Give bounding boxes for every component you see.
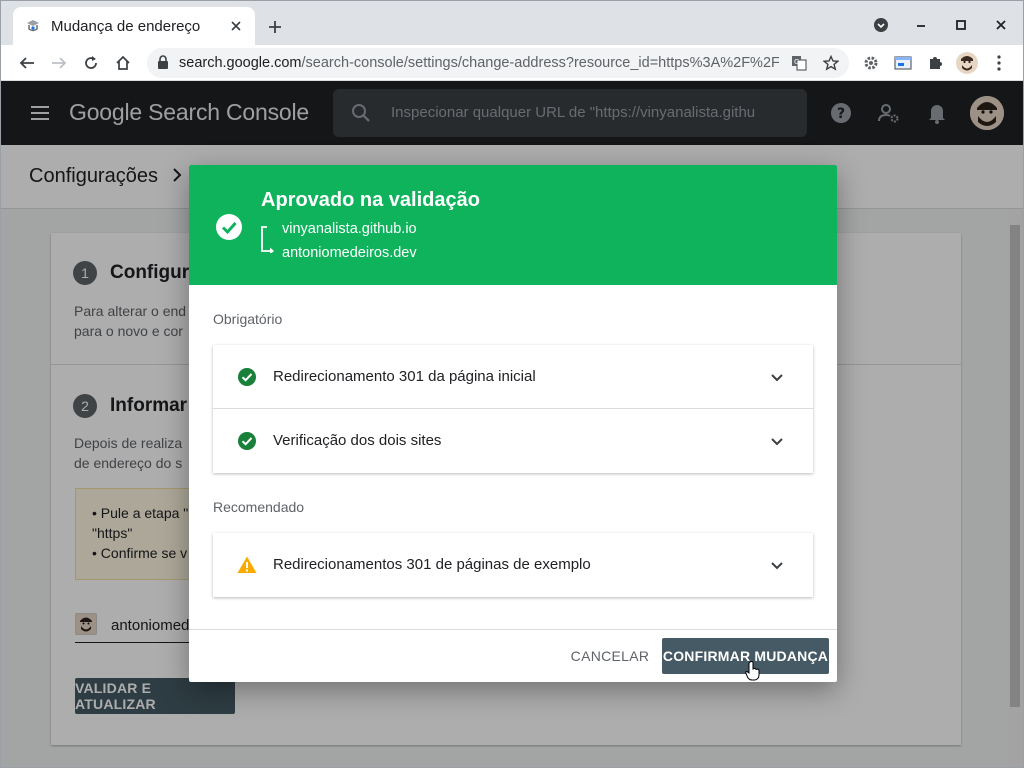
tab-strip: Mudança de endereço — [1, 1, 1023, 45]
bookmark-star-icon[interactable] — [821, 53, 841, 73]
search-console-favicon-icon — [25, 18, 41, 34]
extension-gear-icon[interactable] — [857, 49, 885, 77]
new-site-url: antoniomedeiros.dev — [282, 245, 417, 261]
check-circle-icon — [215, 213, 243, 241]
dialog-title: Aprovado na validação — [261, 189, 480, 211]
check-circle-icon — [237, 431, 257, 451]
back-icon[interactable] — [13, 49, 41, 77]
hand-cursor-icon — [745, 661, 761, 686]
recommended-checks: Redirecionamentos 301 de páginas de exem… — [213, 533, 813, 597]
home-icon[interactable] — [109, 49, 137, 77]
svg-text:G: G — [794, 58, 799, 66]
maximize-icon[interactable] — [949, 13, 973, 37]
check-label: Redirecionamentos 301 de páginas de exem… — [273, 556, 591, 573]
browser-toolbar: search.google.com/search-console/setting… — [1, 45, 1023, 81]
expand-chevron-icon[interactable] — [765, 365, 789, 389]
browser-menu-icon[interactable] — [985, 49, 1013, 77]
browser-window: Mudança de endereço search.google.com/se… — [0, 0, 1024, 768]
validation-dialog: Aprovado na validação vinyanalista.githu… — [189, 165, 837, 682]
translate-icon[interactable]: G — [789, 53, 809, 73]
forward-icon[interactable] — [45, 49, 73, 77]
old-site-url: vinyanalista.github.io — [282, 221, 417, 237]
expand-chevron-icon[interactable] — [765, 553, 789, 577]
tab-search-icon[interactable] — [869, 13, 893, 37]
tab-title: Mudança de endereço — [51, 17, 201, 35]
close-window-icon[interactable] — [989, 13, 1013, 37]
required-section-label: Obrigatório — [213, 311, 283, 327]
redirect-arrow-icon — [259, 225, 277, 258]
required-checks: Redirecionamento 301 da página inicial V… — [213, 345, 813, 473]
address-bar[interactable]: search.google.com/search-console/setting… — [147, 48, 849, 78]
dialog-header: Aprovado na validação vinyanalista.githu… — [189, 165, 837, 285]
recommended-section-label: Recomendado — [213, 499, 305, 515]
dialog-footer-divider — [189, 629, 837, 630]
cancel-button[interactable]: CANCELAR — [565, 639, 655, 673]
check-label: Redirecionamento 301 da página inicial — [273, 368, 536, 385]
url-text: search.google.com/search-console/setting… — [179, 55, 779, 71]
check-row-site-verification[interactable]: Verificação dos dois sites — [213, 409, 813, 473]
check-circle-icon — [237, 367, 257, 387]
extension-window-icon[interactable] — [889, 49, 917, 77]
check-label: Verificação dos dois sites — [273, 432, 442, 449]
profile-avatar-icon[interactable] — [953, 49, 981, 77]
warning-icon — [237, 555, 257, 575]
new-tab-icon[interactable] — [263, 15, 287, 39]
check-row-homepage-redirect[interactable]: Redirecionamento 301 da página inicial — [213, 345, 813, 409]
reload-icon[interactable] — [77, 49, 105, 77]
check-row-sample-redirects[interactable]: Redirecionamentos 301 de páginas de exem… — [213, 533, 813, 597]
minimize-icon[interactable] — [909, 13, 933, 37]
lock-icon[interactable] — [157, 55, 169, 75]
expand-chevron-icon[interactable] — [765, 429, 789, 453]
extensions-puzzle-icon[interactable] — [921, 49, 949, 77]
browser-tab[interactable]: Mudança de endereço — [13, 7, 255, 45]
close-tab-icon[interactable] — [227, 17, 245, 35]
